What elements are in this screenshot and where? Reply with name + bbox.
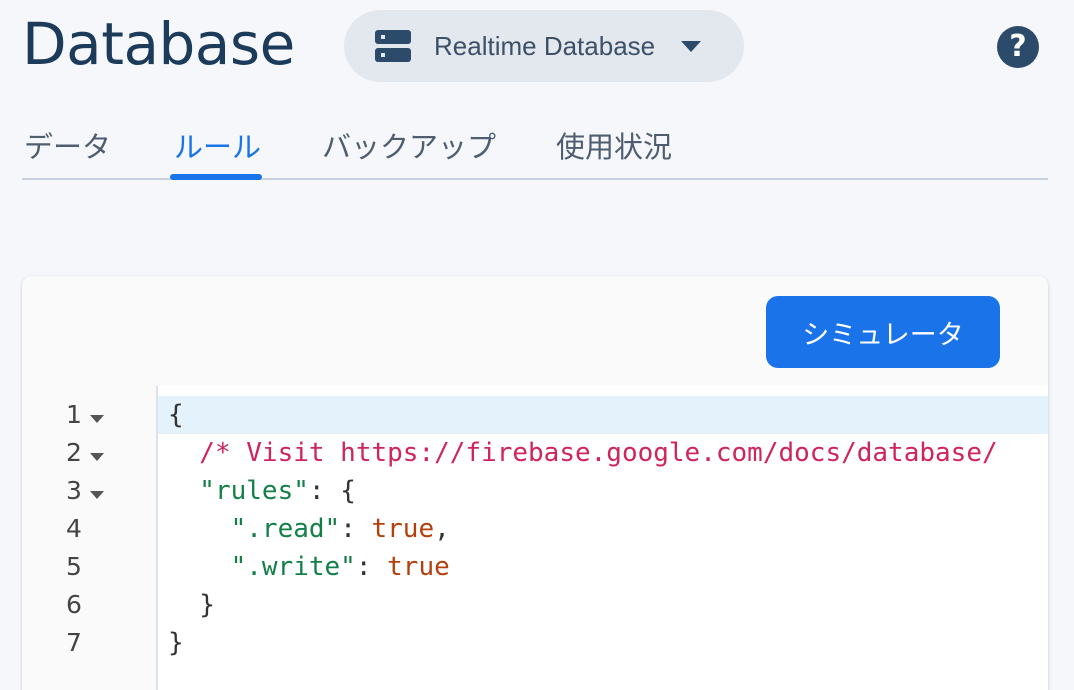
tab-backup[interactable]: バックアップ: [322, 124, 496, 166]
code-line: {: [168, 396, 184, 434]
rules-code-editor[interactable]: { /* Visit https://firebase.google.com/d…: [158, 386, 1048, 690]
code-token-punct: :: [355, 552, 388, 582]
page: Database Realtime Database ? データ ルール バック…: [0, 0, 1074, 690]
code-token-bool: true: [371, 514, 435, 544]
code-token-key: "rules": [168, 476, 309, 506]
code-token-punct: :: [340, 514, 372, 544]
tab-usage[interactable]: 使用状況: [556, 124, 672, 166]
page-title: Database: [22, 10, 295, 78]
chevron-down-icon: [681, 40, 702, 52]
code-token-punct: }: [168, 628, 184, 658]
tab-data[interactable]: データ: [24, 124, 111, 166]
database-icon: [374, 27, 412, 65]
line-number: 6: [66, 586, 136, 624]
code-token-punct: ,: [434, 514, 450, 544]
line-number: 4: [66, 510, 136, 548]
tab-rules[interactable]: ルール: [174, 124, 261, 166]
rules-card: シミュレータ 1 2 3 4 5 6 7 { /* Visit https://fireba…: [22, 276, 1048, 690]
fold-toggle-icon[interactable]: [89, 473, 104, 511]
code-token-punct: {: [168, 400, 184, 430]
tab-bar: データ ルール バックアップ 使用状況: [22, 110, 1048, 180]
active-line-highlight: [158, 396, 1048, 434]
code-line: ".read": true,: [168, 510, 450, 548]
code-token-key: ".write": [168, 552, 356, 582]
line-number-text: 2: [66, 438, 82, 467]
line-number: 5: [66, 548, 136, 586]
code-line: /* Visit https://firebase.google.com/doc…: [168, 434, 998, 472]
code-token-bool: true: [387, 552, 450, 582]
code-token-punct: }: [168, 590, 215, 620]
code-token-punct: : {: [308, 476, 356, 506]
database-selector-label: Realtime Database: [434, 30, 656, 61]
line-number-text: 7: [66, 628, 82, 657]
line-number: 7: [66, 624, 136, 662]
line-number-text: 5: [66, 552, 82, 581]
help-icon[interactable]: ?: [997, 26, 1039, 68]
code-line: }: [168, 586, 215, 624]
code-line: "rules": {: [168, 472, 356, 510]
fold-toggle-icon[interactable]: [89, 397, 104, 435]
database-selector[interactable]: Realtime Database: [344, 10, 744, 82]
line-number-text: 3: [66, 476, 82, 505]
active-tab-indicator: [170, 174, 262, 180]
line-number-text: 1: [66, 400, 82, 429]
line-number-text: 4: [66, 514, 82, 543]
code-line: }: [168, 624, 184, 662]
simulator-button[interactable]: シミュレータ: [766, 296, 1000, 368]
code-line: ".write": true: [168, 548, 450, 586]
code-token-comment: /* Visit https://firebase.google.com/doc…: [168, 438, 998, 468]
line-number-gutter: 1 2 3 4 5 6 7: [22, 386, 156, 690]
fold-toggle-icon[interactable]: [89, 435, 104, 473]
line-number: 1: [66, 396, 136, 434]
code-token-key: ".read": [168, 514, 341, 544]
line-number: 3: [66, 472, 136, 510]
line-number: 2: [66, 434, 136, 472]
line-number-text: 6: [66, 590, 82, 619]
